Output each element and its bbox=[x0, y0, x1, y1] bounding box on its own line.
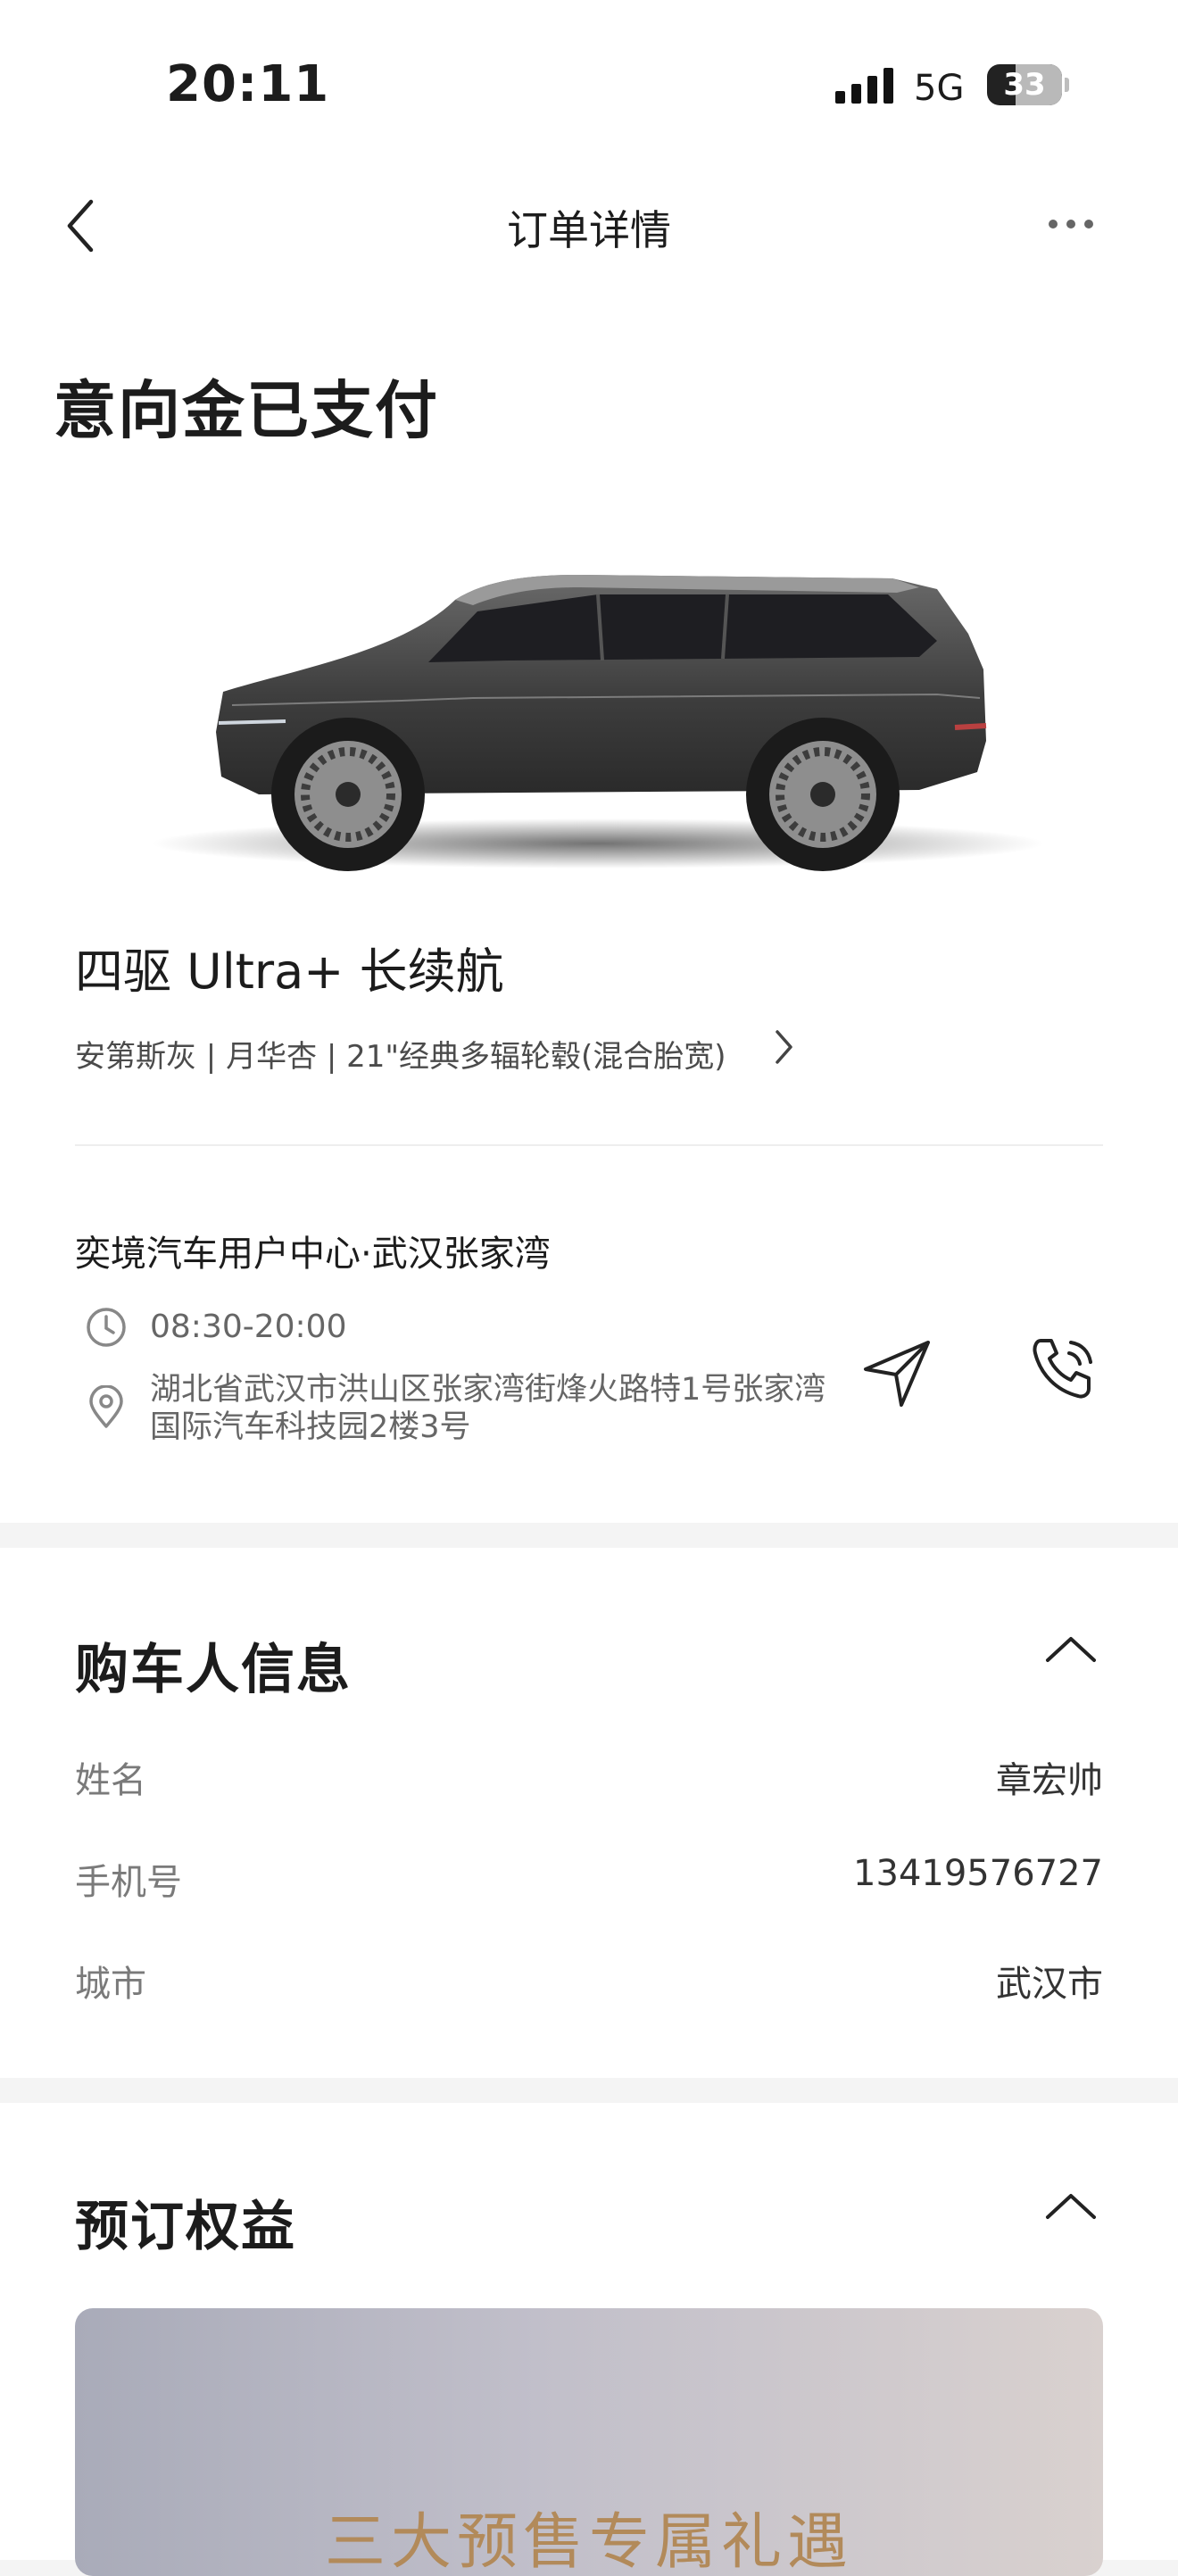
buyer-info-title: 购车人信息 bbox=[75, 1639, 352, 1701]
signal-icon bbox=[835, 68, 893, 104]
car-image bbox=[152, 575, 1044, 871]
phone-value: 13419576727 bbox=[853, 1853, 1103, 1894]
banner-text: 三大预售专属礼遇 bbox=[324, 2507, 853, 2576]
network-type: 5G bbox=[914, 68, 965, 109]
navigate-icon[interactable] bbox=[860, 1335, 935, 1410]
status-time: 20:11 bbox=[166, 55, 330, 113]
name-value: 章宏帅 bbox=[996, 1760, 1103, 1801]
benefits-title: 预订权益 bbox=[75, 2196, 296, 2258]
battery-indicator: 33 bbox=[987, 64, 1062, 105]
more-icon[interactable] bbox=[1046, 214, 1096, 234]
clock-icon bbox=[87, 1308, 126, 1347]
order-status-title: 意向金已支付 bbox=[54, 374, 439, 447]
model-spec[interactable]: 安第斯灰 | 月华杏 | 21"经典多辐轮毂(混合胎宽) bbox=[75, 1032, 726, 1076]
chevron-right-icon[interactable] bbox=[773, 1028, 794, 1066]
location-pin-icon bbox=[89, 1385, 123, 1428]
model-name: 四驱 Ultra+ 长续航 bbox=[75, 943, 504, 1000]
page-nav-title: 订单详情 bbox=[507, 206, 671, 254]
phone-label: 手机号 bbox=[75, 1862, 182, 1903]
phone-icon[interactable] bbox=[1028, 1334, 1099, 1405]
chevron-up-icon[interactable] bbox=[1044, 2190, 1098, 2221]
city-label: 城市 bbox=[75, 1964, 146, 2005]
store-name: 奕境汽车用户中心·武汉张家湾 bbox=[75, 1234, 551, 1275]
name-label: 姓名 bbox=[75, 1760, 146, 1801]
store-address: 湖北省武汉市洪山区张家湾街烽火路特1号张家湾国际汽车科技园2楼3号 bbox=[150, 1372, 826, 1445]
city-value: 武汉市 bbox=[996, 1964, 1103, 2005]
divider bbox=[75, 1144, 1103, 1146]
chevron-up-icon[interactable] bbox=[1044, 1633, 1098, 1664]
battery-tip bbox=[1065, 78, 1069, 92]
battery-level: 33 bbox=[1003, 67, 1046, 103]
benefits-banner[interactable]: 三大预售专属礼遇 bbox=[75, 2308, 1103, 2576]
store-hours: 08:30-20:00 bbox=[150, 1309, 347, 1345]
